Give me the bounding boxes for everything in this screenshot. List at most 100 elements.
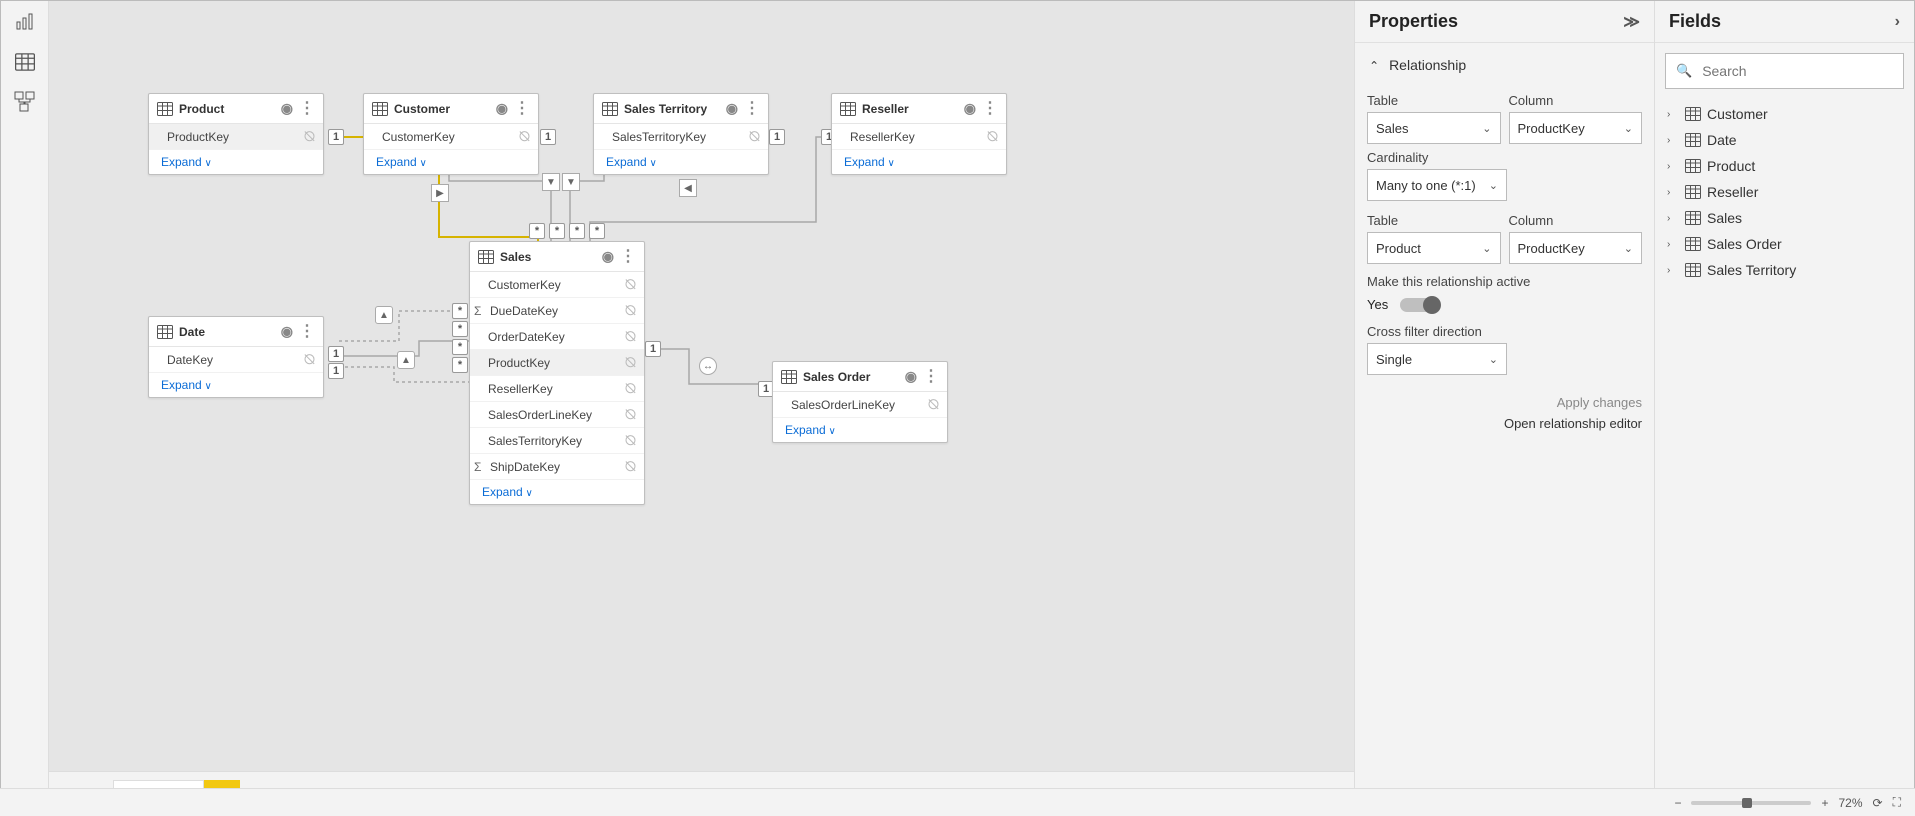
table-card-sales-order[interactable]: Sales Order◉⋮ SalesOrderLineKey⦰ Expand <box>772 361 948 443</box>
field-row[interactable]: SalesTerritoryKey⦰ <box>594 124 768 150</box>
field-table-sales-territory[interactable]: ›Sales Territory <box>1661 257 1908 283</box>
hidden-icon[interactable]: ⦰ <box>519 128 530 145</box>
more-icon[interactable]: ⋮ <box>299 101 315 117</box>
hidden-icon[interactable]: ⦰ <box>987 128 998 145</box>
field-row[interactable]: DateKey⦰ <box>149 347 323 373</box>
field-list: ›Customer›Date›Product›Reseller›Sales›Sa… <box>1655 99 1914 285</box>
field-table-customer[interactable]: ›Customer <box>1661 101 1908 127</box>
more-icon[interactable]: ⋮ <box>299 324 315 340</box>
expand-link[interactable]: Expand <box>470 480 644 504</box>
chevron-right-icon: › <box>1667 213 1679 224</box>
table-icon <box>1685 211 1701 225</box>
table-card-customer[interactable]: Customer◉⋮ CustomerKey⦰ Expand <box>363 93 539 175</box>
more-icon[interactable]: ⋮ <box>923 369 939 385</box>
zoom-minus[interactable]: − <box>1674 796 1681 810</box>
direction-arrow-icon: ▶ <box>431 184 449 202</box>
direction-arrow-icon: ▲ <box>397 351 415 369</box>
expand-link[interactable]: Expand <box>149 150 323 174</box>
chevron-right-icon: › <box>1667 239 1679 250</box>
hidden-icon[interactable]: ⦰ <box>749 128 760 145</box>
field-row[interactable]: CustomerKey⦰ <box>470 272 644 298</box>
card-title: Product <box>179 102 275 116</box>
view-switcher-bar <box>1 1 49 815</box>
more-icon[interactable]: ⋮ <box>620 249 636 265</box>
chevron-right-icon: › <box>1667 135 1679 146</box>
table1-dropdown[interactable]: Sales⌄ <box>1367 112 1501 144</box>
field-row[interactable]: ProductKey⦰ <box>149 124 323 150</box>
table-icon <box>1685 263 1701 277</box>
expand-link[interactable]: Expand <box>364 150 538 174</box>
table-card-sales-territory[interactable]: Sales Territory◉⋮ SalesTerritoryKey⦰ Exp… <box>593 93 769 175</box>
field-table-reseller[interactable]: ›Reseller <box>1661 179 1908 205</box>
eye-icon[interactable]: ◉ <box>281 323 293 340</box>
more-icon[interactable]: ⋮ <box>744 101 760 117</box>
chevron-right-icon: › <box>1667 109 1679 120</box>
data-view-icon[interactable] <box>14 51 36 73</box>
eye-icon[interactable]: ◉ <box>602 248 614 265</box>
eye-icon[interactable]: ◉ <box>964 100 976 117</box>
table-icon <box>1685 133 1701 147</box>
more-icon[interactable]: ⋮ <box>514 101 530 117</box>
table2-dropdown[interactable]: Product⌄ <box>1367 232 1501 264</box>
zoom-plus[interactable]: + <box>1821 796 1828 810</box>
expand-link[interactable]: Expand <box>594 150 768 174</box>
column2-dropdown[interactable]: ProductKey⌄ <box>1509 232 1643 264</box>
direction-arrow-icon: ◀ <box>679 179 697 197</box>
table-icon <box>1685 107 1701 121</box>
open-editor-link[interactable]: Open relationship editor <box>1367 416 1642 431</box>
fit-width-icon[interactable]: ⛶ <box>1893 795 1901 810</box>
model-view-icon[interactable] <box>14 91 36 113</box>
eye-icon[interactable]: ◉ <box>905 368 917 385</box>
expand-link[interactable]: Expand <box>832 150 1006 174</box>
section-header[interactable]: ⌄Relationship <box>1367 49 1642 81</box>
apply-changes-link: Apply changes <box>1367 395 1642 410</box>
eye-icon[interactable]: ◉ <box>281 100 293 117</box>
table-card-date[interactable]: Date◉⋮ DateKey⦰ Expand <box>148 316 324 398</box>
canvas-wrap: 1 1 1 1 ▶ ▼ ▼ ◀ * * * * 1 1 * * * * ▲ ▲ … <box>49 1 1354 815</box>
eye-icon[interactable]: ◉ <box>496 100 508 117</box>
field-row[interactable]: ΣShipDateKey⦰ <box>470 454 644 480</box>
field-row[interactable]: ProductKey⦰ <box>470 350 644 376</box>
field-row[interactable]: SalesOrderLineKey⦰ <box>773 392 947 418</box>
search-input[interactable] <box>1700 62 1893 80</box>
fit-page-icon[interactable]: ⟳ <box>1873 796 1883 810</box>
report-view-icon[interactable] <box>14 11 36 33</box>
collapse-icon[interactable]: › <box>1895 13 1900 31</box>
table-icon <box>1685 185 1701 199</box>
chevron-right-icon: › <box>1667 161 1679 172</box>
hidden-icon[interactable]: ⦰ <box>304 128 315 145</box>
field-row[interactable]: ΣDueDateKey⦰ <box>470 298 644 324</box>
zoom-value: 72% <box>1839 796 1863 810</box>
field-table-product[interactable]: ›Product <box>1661 153 1908 179</box>
field-row[interactable]: SalesOrderLineKey⦰ <box>470 402 644 428</box>
field-row[interactable]: CustomerKey⦰ <box>364 124 538 150</box>
table-card-reseller[interactable]: Reseller◉⋮ ResellerKey⦰ Expand <box>831 93 1007 175</box>
field-table-sales[interactable]: ›Sales <box>1661 205 1908 231</box>
eye-icon[interactable]: ◉ <box>726 100 738 117</box>
cardinality-dropdown[interactable]: Many to one (*:1)⌄ <box>1367 169 1507 201</box>
zoom-slider[interactable] <box>1691 801 1811 805</box>
field-row[interactable]: SalesTerritoryKey⦰ <box>470 428 644 454</box>
more-icon[interactable]: ⋮ <box>982 101 998 117</box>
cross-filter-dropdown[interactable]: Single⌄ <box>1367 343 1507 375</box>
app-root: 1 1 1 1 ▶ ▼ ▼ ◀ * * * * 1 1 * * * * ▲ ▲ … <box>0 0 1915 816</box>
field-table-sales-order[interactable]: ›Sales Order <box>1661 231 1908 257</box>
direction-arrow-icon: ▲ <box>375 306 393 324</box>
collapse-icon[interactable]: ≫ <box>1623 12 1640 32</box>
field-row[interactable]: OrderDateKey⦰ <box>470 324 644 350</box>
direction-arrow-icon: ↔ <box>699 357 717 375</box>
field-row[interactable]: ResellerKey⦰ <box>832 124 1006 150</box>
table-card-product[interactable]: Product ◉ ⋮ ProductKey⦰ Expand <box>148 93 324 175</box>
model-canvas[interactable]: 1 1 1 1 ▶ ▼ ▼ ◀ * * * * 1 1 * * * * ▲ ▲ … <box>49 1 1354 771</box>
expand-link[interactable]: Expand <box>773 418 947 442</box>
fields-panel: Fields › 🔍 ›Customer›Date›Product›Reselle… <box>1654 1 1914 815</box>
active-toggle[interactable] <box>1400 298 1440 312</box>
panel-title: Fields <box>1669 11 1721 32</box>
field-row[interactable]: ResellerKey⦰ <box>470 376 644 402</box>
table-card-sales[interactable]: Sales◉⋮ CustomerKey⦰ ΣDueDateKey⦰ OrderD… <box>469 241 645 505</box>
field-search[interactable]: 🔍 <box>1665 53 1904 89</box>
table-icon <box>1685 237 1701 251</box>
field-table-date[interactable]: ›Date <box>1661 127 1908 153</box>
expand-link[interactable]: Expand <box>149 373 323 397</box>
column1-dropdown[interactable]: ProductKey⌄ <box>1509 112 1643 144</box>
